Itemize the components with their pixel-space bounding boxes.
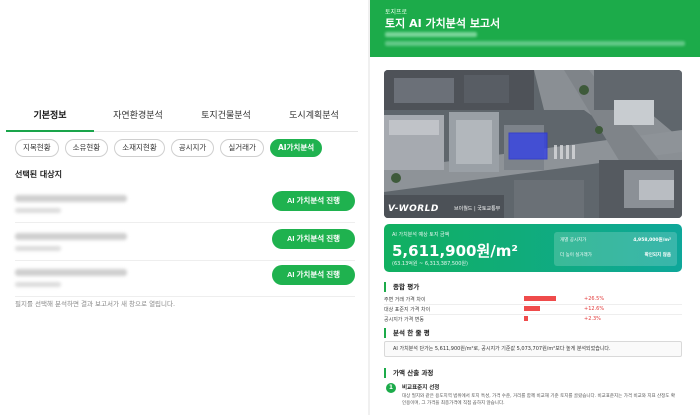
vworld-logo: V-WORLD <box>388 204 439 214</box>
parcel-address-redacted <box>15 233 127 240</box>
price-range: (63.13억원 ~ 6,313,387,500원) <box>392 261 468 267</box>
eval-bar <box>524 306 540 311</box>
step-title: 비교표준지 선정 <box>402 385 440 391</box>
transaction-value: 확인되지 않음 <box>644 253 671 258</box>
subtab-location[interactable]: 소재지현황 <box>114 139 165 157</box>
aerial-photo <box>384 70 682 218</box>
subtab-land-category[interactable]: 지목현황 <box>15 139 59 157</box>
analysis-hint-text: 필지를 선택해 분석하면 결과 보고서가 새 창으로 열립니다. <box>15 300 176 308</box>
report-meta-redacted <box>385 41 685 46</box>
ai-analysis-run-button[interactable]: AI 가치분석 진행 <box>272 191 355 211</box>
ai-analysis-run-button[interactable]: AI 가치분석 진행 <box>272 265 355 285</box>
subtab-real-transaction[interactable]: 실거래가 <box>220 139 264 157</box>
price-label: AI 가치분석 예상 토지 금액 <box>392 232 450 238</box>
eval-value: +12.6% <box>584 306 605 312</box>
parcel-area-redacted <box>15 282 61 287</box>
estimated-price-card: AI 가치분석 예상 토지 금액 5,611,900원/m² (63.13억원 … <box>384 224 682 272</box>
tab-urban-plan[interactable]: 도시계획분석 <box>270 108 358 131</box>
land-info-panel: 기본정보 자연환경분석 토지건물분석 도시계획분석 지목현황 소유현황 소재지현… <box>0 0 368 415</box>
parcel-address-redacted <box>15 195 127 202</box>
tab-natural-env[interactable]: 자연환경분석 <box>94 108 182 131</box>
vworld-attribution: 브이월드 | 국토교통부 <box>454 206 501 212</box>
eval-bar <box>524 296 556 301</box>
parcel-row: AI 가치분석 진행 <box>15 189 355 223</box>
report-title: 토지 AI 가치분석 보고서 <box>385 17 501 30</box>
official-price-value: 4,958,000원/m² <box>633 238 671 243</box>
transaction-label: 더 높이 실거래가 <box>560 253 592 258</box>
step-description: 대상 필지와 같은 용도지역 범위에서 토지 특성, 가격 수준, 거리를 함께… <box>402 394 676 406</box>
selected-parcels-title: 선택된 대상지 <box>15 170 62 179</box>
sub-tab-bar: 지목현황 소유현황 소재지현황 공시지가 실거래가 AI가치분석 <box>15 139 323 157</box>
parcel-row: AI 가치분석 진행 <box>15 263 355 297</box>
eval-label: 대상 표준지 가격 차이 <box>384 307 431 313</box>
price-info-box: 개별 공시지가 4,958,000원/m² 더 높이 실거래가 확인되지 않음 <box>554 232 677 266</box>
summary-title: 분석 한 줄 평 <box>384 328 682 338</box>
app-root: 기본정보 자연환경분석 토지건물분석 도시계획분석 지목현황 소유현황 소재지현… <box>0 0 700 415</box>
report-header: 토지프로 토지 AI 가치분석 보고서 <box>370 0 700 57</box>
report-address-redacted <box>385 32 477 37</box>
eval-bar <box>524 316 528 321</box>
tab-land-building[interactable]: 토지건물분석 <box>182 108 270 131</box>
eval-value: +26.5% <box>584 296 605 302</box>
estimated-price: 5,611,900원/m² <box>392 242 518 260</box>
aerial-map[interactable]: V-WORLD 브이월드 | 국토교통부 <box>384 70 682 218</box>
parcel-row: AI 가치분석 진행 <box>15 227 355 261</box>
process-title: 가액 산출 과정 <box>384 368 682 378</box>
summary-text: AI 가치분석 단가는 5,611,900원/m²로, 공시지가 기준값 5,0… <box>393 346 611 352</box>
eval-row: 대상 표준지 가격 차이 +12.6% <box>384 305 682 314</box>
process-step: 1 비교표준지 선정 대상 필지와 같은 용도지역 범위에서 토지 특성, 가격… <box>384 381 682 411</box>
summary-box: AI 가치분석 단가는 5,611,900원/m²로, 공시지가 기준값 5,0… <box>384 341 682 357</box>
eval-row: 주변 거래 가격 차이 +26.5% <box>384 295 682 304</box>
overall-eval-title: 종합 평가 <box>384 282 682 292</box>
main-tab-bar: 기본정보 자연환경분석 토지건물분석 도시계획분석 <box>6 108 358 132</box>
subtab-ownership[interactable]: 소유현황 <box>64 139 109 157</box>
subtab-ai-value[interactable]: AI가치분석 <box>269 139 323 157</box>
eval-label: 공시지가 가격 변동 <box>384 317 424 323</box>
ai-report-window[interactable]: 토지프로 토지 AI 가치분석 보고서 V-WORLD 브이월드 | 국토교통부… <box>370 0 700 415</box>
parcel-area-redacted <box>15 208 61 213</box>
tab-basic-info[interactable]: 기본정보 <box>6 108 94 132</box>
subtab-official-price[interactable]: 공시지가 <box>170 139 215 157</box>
eval-value: +2.3% <box>584 316 601 322</box>
step-number: 1 <box>386 383 396 393</box>
eval-row: 공시지가 가격 변동 +2.3% <box>384 315 682 324</box>
eval-label: 주변 거래 가격 차이 <box>384 297 426 303</box>
parcel-area-redacted <box>15 246 61 251</box>
ai-analysis-run-button[interactable]: AI 가치분석 진행 <box>272 229 355 249</box>
parcel-address-redacted <box>15 269 127 276</box>
official-price-label: 개별 공시지가 <box>560 238 587 243</box>
